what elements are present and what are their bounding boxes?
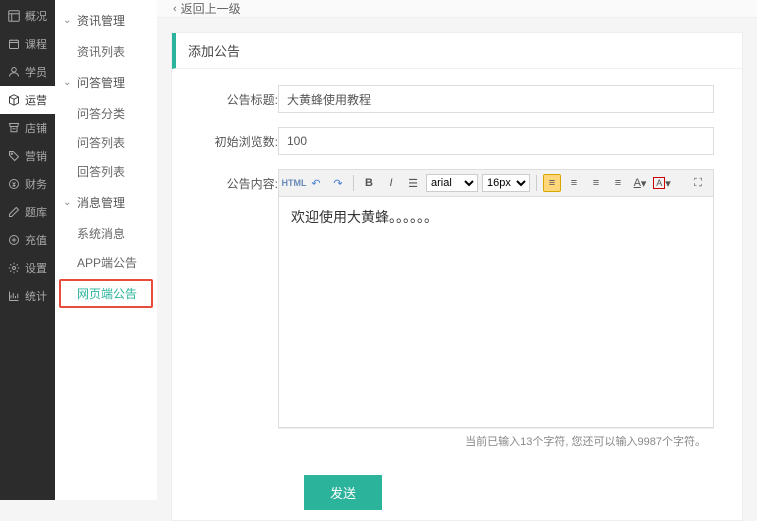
nav-finance[interactable]: 财务: [0, 170, 55, 198]
main-content: ‹ 返回上一级 添加公告 公告标题: 初始浏览数:: [157, 0, 757, 500]
nav-label: 学员: [25, 64, 47, 80]
nav-label: 课程: [25, 36, 47, 52]
nav-label: 店铺: [25, 120, 47, 136]
title-input[interactable]: [278, 85, 714, 113]
back-arrow-icon[interactable]: ‹: [173, 3, 177, 15]
bg-color-button[interactable]: A▾: [653, 174, 671, 192]
title-label: 公告标题:: [200, 85, 278, 108]
main-nav: 概况 课程 学员 运营 店铺 营销 财务 题库: [0, 0, 55, 500]
back-link[interactable]: 返回上一级: [181, 0, 241, 17]
nav-settings[interactable]: 设置: [0, 254, 55, 282]
nav-group-qa[interactable]: ⌄ 问答管理: [55, 66, 157, 99]
font-size-select[interactable]: 16px: [482, 174, 530, 192]
panel-title: 添加公告: [172, 33, 742, 69]
fullscreen-button[interactable]: ⛶: [689, 174, 707, 192]
char-count: 当前已输入13个字符, 您还可以输入9987个字符。: [278, 428, 714, 453]
gear-icon: [7, 262, 20, 275]
chart-icon: [7, 290, 20, 303]
font-family-select[interactable]: arial: [426, 174, 478, 192]
nav-sub-answer-list[interactable]: 回答列表: [55, 157, 157, 186]
undo-button[interactable]: ↶: [307, 174, 325, 192]
nav-sub-qa-list[interactable]: 问答列表: [55, 128, 157, 157]
send-button[interactable]: 发送: [304, 475, 382, 510]
nav-group-label: 问答管理: [77, 74, 125, 91]
italic-button[interactable]: I: [382, 174, 400, 192]
nav-sub-news-list[interactable]: 资讯列表: [55, 37, 157, 66]
bold-button[interactable]: B: [360, 174, 378, 192]
nav-question-bank[interactable]: 题库: [0, 198, 55, 226]
cube-icon: [7, 94, 20, 107]
align-right-button[interactable]: ≡: [587, 174, 605, 192]
pencil-icon: [7, 206, 20, 219]
tag-icon: [7, 150, 20, 163]
nav-sub-app-notice[interactable]: APP端公告: [55, 248, 157, 277]
nav-label: 财务: [25, 176, 47, 192]
shop-icon: [7, 122, 20, 135]
nav-group-label: 资讯管理: [77, 12, 125, 29]
topbar: ‹ 返回上一级: [157, 0, 757, 18]
form-panel: 添加公告 公告标题: 初始浏览数: 公告内容:: [171, 32, 743, 521]
nav-student[interactable]: 学员: [0, 58, 55, 86]
nav-stats[interactable]: 统计: [0, 282, 55, 310]
nav-label: 题库: [25, 204, 47, 220]
nav-sub-qa-category[interactable]: 问答分类: [55, 99, 157, 128]
nav-group-label: 消息管理: [77, 194, 125, 211]
views-label: 初始浏览数:: [200, 127, 278, 150]
chevron-down-icon: ⌄: [63, 15, 73, 26]
views-input[interactable]: [278, 127, 714, 155]
html-source-button[interactable]: HTML: [285, 174, 303, 192]
align-button[interactable]: ☰: [404, 174, 422, 192]
nav-label: 充值: [25, 232, 47, 248]
nav-group-news[interactable]: ⌄ 资讯管理: [55, 4, 157, 37]
nav-label: 营销: [25, 148, 47, 164]
nav-label: 运营: [25, 92, 47, 108]
nav-sub-sys-msg[interactable]: 系统消息: [55, 219, 157, 248]
nav-group-msg[interactable]: ⌄ 消息管理: [55, 186, 157, 219]
editor-toolbar: HTML ↶ ↷ B I ☰ arial: [279, 170, 713, 197]
align-left-button[interactable]: ≡: [543, 174, 561, 192]
rich-editor: HTML ↶ ↷ B I ☰ arial: [278, 169, 714, 428]
nav-shop[interactable]: 店铺: [0, 114, 55, 142]
align-justify-button[interactable]: ≡: [609, 174, 627, 192]
redo-button[interactable]: ↷: [329, 174, 347, 192]
nav-sub-web-notice[interactable]: 网页端公告: [59, 279, 153, 308]
user-icon: [7, 66, 20, 79]
sub-nav: ⌄ 资讯管理 资讯列表 ⌄ 问答管理 问答分类 问答列表 回答列表 ⌄ 消息管理…: [55, 0, 157, 500]
dashboard-icon: [7, 10, 20, 23]
align-center-button[interactable]: ≡: [565, 174, 583, 192]
nav-overview[interactable]: 概况: [0, 2, 55, 30]
nav-recharge[interactable]: 充值: [0, 226, 55, 254]
nav-label: 统计: [25, 288, 47, 304]
plus-icon: [7, 234, 20, 247]
content-label: 公告内容:: [200, 169, 278, 192]
nav-label: 设置: [25, 260, 47, 276]
chevron-down-icon: ⌄: [63, 77, 73, 88]
calendar-icon: [7, 38, 20, 51]
nav-course[interactable]: 课程: [0, 30, 55, 58]
money-icon: [7, 178, 20, 191]
editor-content[interactable]: 欢迎使用大黄蜂。。。。。。: [279, 197, 713, 427]
nav-operations[interactable]: 运营: [0, 86, 55, 114]
chevron-down-icon: ⌄: [63, 197, 73, 208]
nav-marketing[interactable]: 营销: [0, 142, 55, 170]
nav-label: 概况: [25, 8, 47, 24]
font-color-button[interactable]: A▾: [631, 174, 649, 192]
